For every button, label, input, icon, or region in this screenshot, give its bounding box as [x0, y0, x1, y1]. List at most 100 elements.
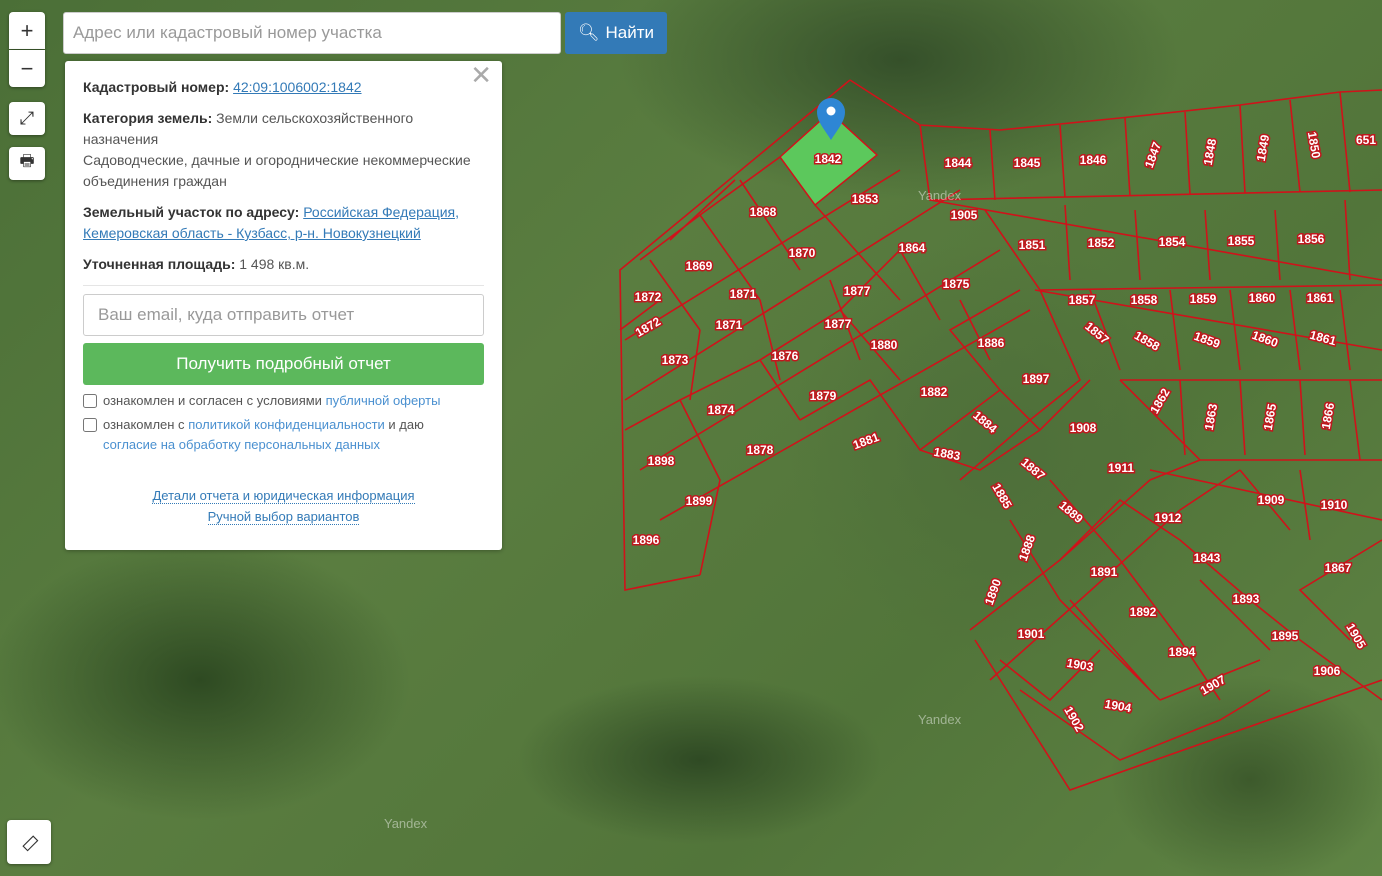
parcel-label[interactable]: 1878 — [745, 442, 775, 459]
email-input[interactable] — [83, 294, 484, 336]
privacy-policy-link[interactable]: политикой конфиденциальности — [188, 417, 385, 432]
parcel-label[interactable]: 1908 — [1068, 420, 1098, 437]
parcel-label[interactable]: 1870 — [787, 245, 817, 262]
parcel-label[interactable]: 1859 — [1191, 327, 1224, 352]
print-icon: 🖶 — [19, 153, 35, 170]
parcel-label[interactable]: 1867 — [1323, 560, 1353, 577]
parcel-label[interactable]: 1852 — [1086, 235, 1116, 252]
parcel-label[interactable]: 1891 — [1089, 564, 1119, 581]
parcel-label[interactable]: 1897 — [1021, 371, 1051, 388]
parcel-label[interactable]: 1863 — [1200, 401, 1221, 433]
parcel-label[interactable]: 1858 — [1129, 292, 1159, 309]
parcel-label[interactable]: 1884 — [969, 407, 1002, 438]
parcel-label[interactable]: 1898 — [646, 453, 676, 470]
parcel-label[interactable]: 1894 — [1167, 644, 1197, 661]
parcel-label[interactable]: 1901 — [1016, 626, 1046, 643]
cadastral-number-link[interactable]: 42:09:1006002:1842 — [233, 79, 361, 95]
parcel-label[interactable]: 1845 — [1012, 155, 1042, 172]
parcel-label[interactable]: 1877 — [842, 283, 872, 300]
watermark: Yandex — [918, 712, 962, 727]
parcel-label[interactable]: 1873 — [660, 352, 690, 369]
parcel-label[interactable]: 1857 — [1067, 292, 1097, 309]
parcel-label[interactable]: 1906 — [1312, 663, 1342, 680]
zoom-in-button[interactable]: + — [9, 12, 45, 49]
parcel-label[interactable]: 1851 — [1017, 237, 1047, 254]
search-button[interactable]: 🔍︎ Найти — [565, 12, 667, 54]
address-label: Земельный участок по адресу: — [83, 204, 300, 220]
personal-data-link[interactable]: согласие на обработку персональных данны… — [103, 437, 380, 452]
parcel-label[interactable]: 1893 — [1231, 591, 1261, 608]
area-label: Уточненная площадь: — [83, 256, 236, 272]
parcel-label[interactable]: 1869 — [684, 258, 714, 275]
parcel-label[interactable]: 1912 — [1153, 510, 1183, 527]
parcel-label[interactable]: 1849 — [1252, 132, 1273, 164]
parcel-label[interactable]: 1876 — [770, 348, 800, 365]
parcel-label[interactable]: 1861 — [1307, 326, 1340, 350]
close-icon[interactable]: ✕ — [470, 62, 492, 88]
parcel-label[interactable]: 651 — [1354, 132, 1377, 149]
parcel-label[interactable]: 1889 — [1055, 497, 1088, 528]
privacy-consent-checkbox[interactable] — [83, 418, 97, 432]
parcel-label[interactable]: 1877 — [823, 316, 853, 333]
parcel-label[interactable]: 1911 — [1106, 460, 1135, 477]
parcel-label[interactable]: 1879 — [808, 388, 838, 405]
parcel-label[interactable]: 1880 — [869, 337, 899, 354]
parcel-label[interactable]: 1885 — [988, 479, 1017, 512]
parcel-label[interactable]: 1910 — [1319, 497, 1349, 514]
parcel-label[interactable]: 1872 — [633, 289, 663, 306]
parcel-label[interactable]: 1904 — [1102, 695, 1134, 716]
parcel-label[interactable]: 1855 — [1226, 233, 1256, 250]
report-details-link[interactable]: Детали отчета и юридическая информация — [152, 488, 415, 504]
parcel-label[interactable]: 1902 — [1060, 702, 1089, 735]
parcel-label[interactable]: 1881 — [850, 428, 883, 453]
public-offer-link[interactable]: публичной оферты — [326, 393, 441, 408]
parcel-label[interactable]: 1868 — [748, 204, 778, 221]
parcel-label[interactable]: 1859 — [1188, 291, 1218, 308]
parcel-label[interactable]: 1854 — [1157, 234, 1187, 251]
parcel-label[interactable]: 1871 — [714, 317, 744, 334]
parcel-label[interactable]: 1896 — [631, 532, 661, 549]
parcel-label[interactable]: 1883 — [931, 443, 963, 464]
parcel-label[interactable]: 1892 — [1128, 604, 1158, 621]
parcel-label[interactable]: 1887 — [1017, 454, 1050, 485]
parcel-label[interactable]: 1856 — [1296, 231, 1326, 248]
area-value: 1 498 кв.м. — [239, 256, 310, 272]
parcel-label[interactable]: 1864 — [897, 240, 927, 257]
parcel-label[interactable]: 1846 — [1078, 152, 1108, 169]
parcel-label[interactable]: 1862 — [1146, 384, 1175, 417]
parcel-label[interactable]: 1874 — [706, 402, 736, 419]
parcel-label[interactable]: 1857 — [1081, 318, 1114, 349]
parcel-boundary — [1009, 479, 1221, 701]
parcel-label[interactable]: 1872 — [631, 313, 664, 342]
parcel-label[interactable]: 1861 — [1305, 290, 1335, 307]
parcel-label[interactable]: 1860 — [1247, 290, 1277, 307]
parcel-label[interactable]: 1843 — [1192, 550, 1222, 567]
fullscreen-button[interactable]: ⤢ — [9, 102, 45, 135]
parcel-label[interactable]: 1866 — [1317, 400, 1338, 432]
parcel-label[interactable]: 1865 — [1259, 401, 1280, 433]
parcel-label[interactable]: 1909 — [1256, 492, 1286, 509]
parcel-label[interactable]: 1850 — [1303, 129, 1324, 161]
print-button[interactable]: 🖶 — [9, 147, 45, 180]
get-report-button[interactable]: Получить подробный отчет — [83, 343, 484, 385]
parcel-label[interactable]: 1886 — [976, 335, 1006, 352]
ruler-icon: ▭ — [14, 827, 44, 857]
parcel-label[interactable]: 1899 — [684, 493, 714, 510]
parcel-label[interactable]: 1848 — [1199, 136, 1220, 168]
parcel-label[interactable]: 1853 — [850, 191, 880, 208]
parcel-label[interactable]: 1858 — [1130, 327, 1163, 356]
parcel-label[interactable]: 1871 — [728, 286, 758, 303]
ruler-button[interactable]: ▭ — [7, 820, 51, 864]
parcel-label[interactable]: 1907 — [1196, 671, 1229, 700]
offer-consent-checkbox[interactable] — [83, 394, 97, 408]
parcel-label[interactable]: 1905 — [949, 207, 979, 224]
zoom-out-button[interactable]: − — [9, 50, 45, 87]
parcel-label[interactable]: 1890 — [980, 575, 1005, 608]
parcel-label[interactable]: 1895 — [1270, 628, 1300, 645]
parcel-label[interactable]: 1882 — [919, 384, 949, 401]
manual-selection-link[interactable]: Ручной выбор вариантов — [207, 509, 360, 525]
parcel-label[interactable]: 1847 — [1140, 138, 1165, 171]
search-input[interactable] — [63, 12, 561, 54]
parcel-label[interactable]: 1844 — [943, 155, 973, 172]
parcel-label[interactable]: 1875 — [941, 276, 971, 293]
